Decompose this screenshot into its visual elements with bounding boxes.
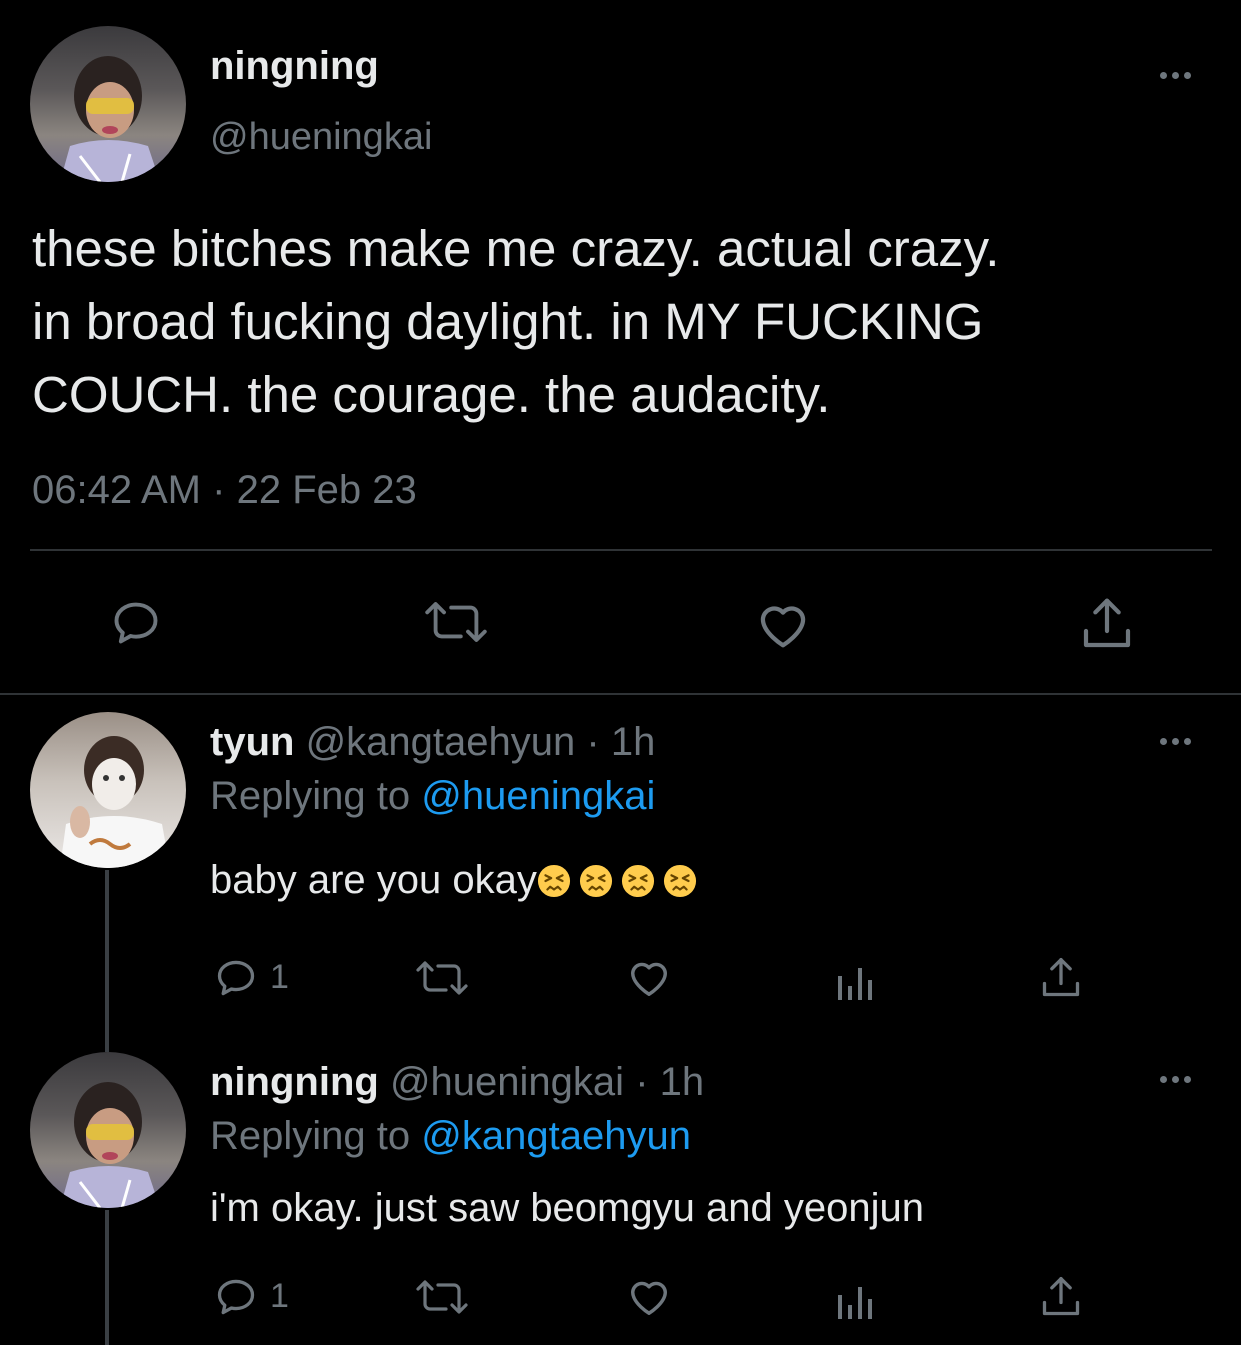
replying-to: Replying to @hueningkai: [210, 774, 655, 819]
tweet-text-line: these bitches make me crazy. actual craz…: [32, 220, 1000, 277]
analytics-icon[interactable]: [836, 1283, 876, 1319]
thread-line: [105, 870, 109, 1040]
tweet-text-line: in broad fucking daylight. in MY FUCKING: [32, 293, 984, 350]
heart-icon[interactable]: [754, 598, 812, 650]
display-name[interactable]: ningning: [210, 1060, 379, 1104]
reply-icon[interactable]: [108, 597, 164, 649]
tweet-text: these bitches make me crazy. actual craz…: [32, 212, 999, 431]
avatar-image: [60, 1082, 160, 1208]
more-icon[interactable]: [1160, 1076, 1191, 1083]
reply-text-content: baby are you okay: [210, 858, 537, 902]
avatar[interactable]: [30, 712, 186, 868]
avatar[interactable]: [30, 26, 186, 182]
mention-link[interactable]: @kangtaehyun: [421, 1114, 691, 1158]
avatar-image: [60, 56, 160, 182]
reply-header: ningning @hueningkai · 1h: [210, 1060, 704, 1105]
separator: ·: [212, 468, 226, 512]
share-icon[interactable]: [1040, 1275, 1082, 1319]
tweet-date: 22 Feb 23: [236, 468, 417, 512]
divider: [30, 549, 1212, 551]
more-icon[interactable]: [1160, 738, 1191, 745]
share-icon[interactable]: [1040, 956, 1082, 1000]
reply-text: i'm okay. just saw beomgyu and yeonjun: [210, 1186, 924, 1230]
heart-icon[interactable]: [626, 955, 672, 999]
reply-header: tyun @kangtaehyun · 1h: [210, 720, 655, 765]
replying-label: Replying to: [210, 774, 411, 818]
persevering-face-emoji: [579, 864, 612, 898]
handle[interactable]: @kangtaehyun: [306, 720, 576, 764]
reply-text: baby are you okay: [210, 858, 697, 903]
timestamp[interactable]: 06:42 AM · 22 Feb 23: [32, 468, 417, 513]
display-name[interactable]: ningning: [210, 44, 379, 89]
divider: [0, 693, 1241, 695]
heart-icon[interactable]: [626, 1274, 672, 1318]
reply-count: 1: [270, 1277, 289, 1315]
persevering-face-emoji: [621, 864, 654, 898]
more-icon[interactable]: [1160, 72, 1191, 79]
reply-time[interactable]: 1h: [611, 720, 656, 764]
display-name[interactable]: tyun: [210, 720, 294, 764]
tweet-text-line: COUCH. the courage. the audacity.: [32, 366, 831, 423]
reply-count: 1: [270, 958, 289, 996]
separator: ·: [586, 720, 600, 764]
avatar-image: [60, 736, 170, 868]
reply-icon[interactable]: [214, 956, 258, 1000]
reply-time[interactable]: 1h: [660, 1060, 705, 1104]
mention-link[interactable]: @hueningkai: [421, 774, 655, 818]
persevering-face-emoji: [537, 864, 570, 898]
emoji-group: [537, 858, 697, 902]
replying-to: Replying to @kangtaehyun: [210, 1114, 691, 1159]
avatar[interactable]: [30, 1052, 186, 1208]
replying-label: Replying to: [210, 1114, 411, 1158]
thread-line: [105, 1210, 109, 1345]
analytics-icon[interactable]: [836, 964, 876, 1000]
handle[interactable]: @hueningkai: [390, 1060, 624, 1104]
retweet-icon[interactable]: [412, 958, 472, 998]
handle[interactable]: @hueningkai: [210, 116, 432, 159]
thread-line: [105, 1040, 109, 1052]
separator: ·: [635, 1060, 649, 1104]
persevering-face-emoji: [663, 864, 696, 898]
reply-icon[interactable]: [214, 1275, 258, 1319]
retweet-icon[interactable]: [420, 598, 492, 646]
share-icon[interactable]: [1080, 596, 1134, 652]
retweet-icon[interactable]: [412, 1277, 472, 1317]
tweet-time: 06:42 AM: [32, 468, 202, 512]
